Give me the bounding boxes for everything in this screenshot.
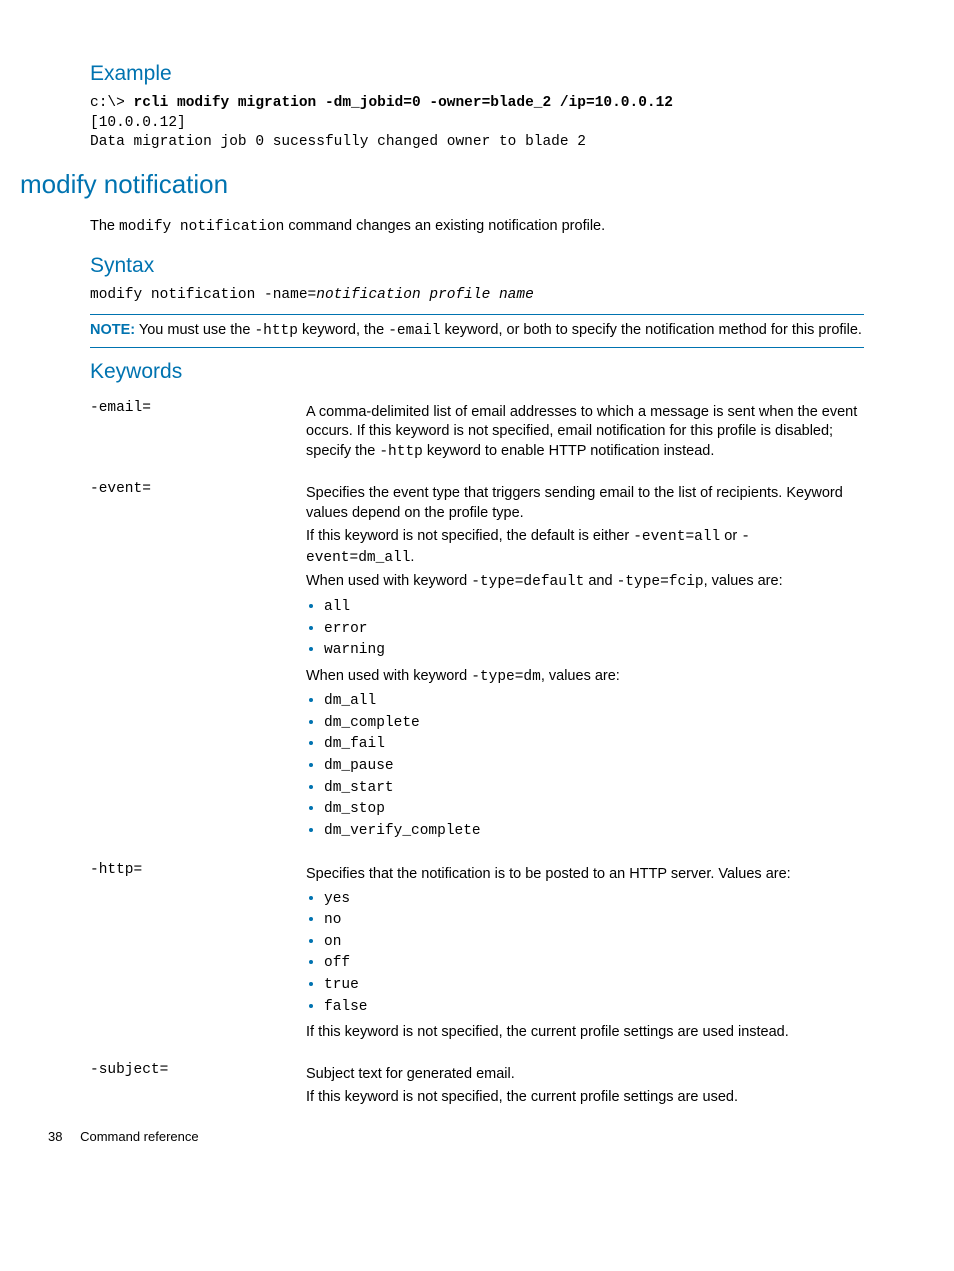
- keyword-desc-email: A comma-delimited list of email addresse…: [306, 395, 864, 477]
- list-item: dm_verify_complete: [324, 821, 858, 842]
- note-rule-top: [90, 314, 864, 315]
- desc-text: When used with keyword: [306, 668, 471, 684]
- list-item: dm_stop: [324, 799, 858, 820]
- note-text-3: keyword, or both to specify the notifica…: [440, 322, 862, 338]
- example-prompt: c:\>: [90, 95, 134, 111]
- list-item: dm_fail: [324, 734, 858, 755]
- keyword-name-http: -http=: [90, 857, 306, 1057]
- keyword-desc-event: Specifies the event type that triggers s…: [306, 476, 864, 857]
- list-item: on: [324, 932, 858, 953]
- desc-text: Subject text for generated email.: [306, 1065, 858, 1085]
- list-item: dm_pause: [324, 756, 858, 777]
- list-item: off: [324, 953, 858, 974]
- example-output-2: Data migration job 0 sucessfully changed…: [90, 134, 586, 150]
- document-page: Example c:\> rcli modify migration -dm_j…: [0, 0, 954, 1180]
- table-row: -event= Specifies the event type that tr…: [90, 476, 864, 857]
- desc-text: If this keyword is not specified, the cu…: [306, 1088, 858, 1108]
- desc-text: If this keyword is not specified, the cu…: [306, 1023, 858, 1043]
- table-row: -http= Specifies that the notification i…: [90, 857, 864, 1057]
- desc-text: keyword to enable HTTP notification inst…: [423, 443, 715, 459]
- list-item: dm_complete: [324, 713, 858, 734]
- desc-text: , values are:: [704, 573, 783, 589]
- event-list-1: all error warning: [306, 597, 858, 661]
- desc-code: -type=fcip: [617, 574, 704, 590]
- list-item: warning: [324, 640, 858, 661]
- note-label: NOTE:: [90, 322, 135, 338]
- keyword-desc-http: Specifies that the notification is to be…: [306, 857, 864, 1057]
- desc-text: When used with keyword: [306, 573, 471, 589]
- section-heading-modify-notification: modify notification: [20, 167, 864, 202]
- note-code-1: -http: [254, 323, 298, 339]
- list-item: dm_all: [324, 691, 858, 712]
- keyword-desc-subject: Subject text for generated email. If thi…: [306, 1057, 864, 1122]
- example-output-1: [10.0.0.12]: [90, 115, 186, 131]
- keywords-table: -email= A comma-delimited list of email …: [90, 395, 864, 1122]
- syntax-prefix: modify notification -name=: [90, 287, 316, 303]
- list-item: no: [324, 910, 858, 931]
- footer-label: Command reference: [80, 1129, 199, 1144]
- syntax-line: modify notification -name=notification p…: [90, 286, 864, 306]
- desc-code: -type=dm: [471, 669, 541, 685]
- list-item: false: [324, 997, 858, 1018]
- page-footer: 38 Command reference: [48, 1128, 199, 1146]
- desc-code: -event=all: [633, 529, 720, 545]
- desc-text: , values are:: [541, 668, 620, 684]
- list-item: true: [324, 975, 858, 996]
- example-heading: Example: [90, 60, 864, 88]
- syntax-arg: notification profile name: [316, 287, 534, 303]
- note-text-2: keyword, the: [298, 322, 388, 338]
- note-text-1: You must use the: [139, 322, 255, 338]
- page-number: 38: [48, 1129, 62, 1144]
- desc-code: -http: [379, 444, 423, 460]
- http-list: yes no on off true false: [306, 889, 858, 1017]
- desc-text: or: [720, 528, 741, 544]
- intro-text-pre: The: [90, 218, 119, 234]
- list-item: dm_start: [324, 778, 858, 799]
- intro-paragraph: The modify notification command changes …: [90, 217, 864, 238]
- table-row: -email= A comma-delimited list of email …: [90, 395, 864, 477]
- note-block: NOTE: You must use the -http keyword, th…: [90, 321, 864, 342]
- intro-code: modify notification: [119, 219, 284, 235]
- event-list-2: dm_all dm_complete dm_fail dm_pause dm_s…: [306, 691, 858, 841]
- note-code-2: -email: [388, 323, 440, 339]
- desc-text: and: [584, 573, 616, 589]
- syntax-heading: Syntax: [90, 252, 864, 280]
- list-item: error: [324, 619, 858, 640]
- keywords-heading: Keywords: [90, 358, 864, 386]
- list-item: all: [324, 597, 858, 618]
- note-rule-bottom: [90, 347, 864, 348]
- table-row: -subject= Subject text for generated ema…: [90, 1057, 864, 1122]
- desc-text: Specifies that the notification is to be…: [306, 865, 858, 885]
- list-item: yes: [324, 889, 858, 910]
- intro-text-post: command changes an existing notification…: [284, 218, 605, 234]
- keyword-name-subject: -subject=: [90, 1057, 306, 1122]
- desc-text: If this keyword is not specified, the de…: [306, 528, 633, 544]
- desc-code: -type=default: [471, 574, 584, 590]
- desc-text: Specifies the event type that triggers s…: [306, 484, 858, 523]
- example-command: rcli modify migration -dm_jobid=0 -owner…: [134, 95, 674, 111]
- example-code-block: c:\> rcli modify migration -dm_jobid=0 -…: [90, 94, 864, 153]
- desc-text: .: [410, 549, 414, 565]
- keyword-name-email: -email=: [90, 395, 306, 477]
- keyword-name-event: -event=: [90, 476, 306, 857]
